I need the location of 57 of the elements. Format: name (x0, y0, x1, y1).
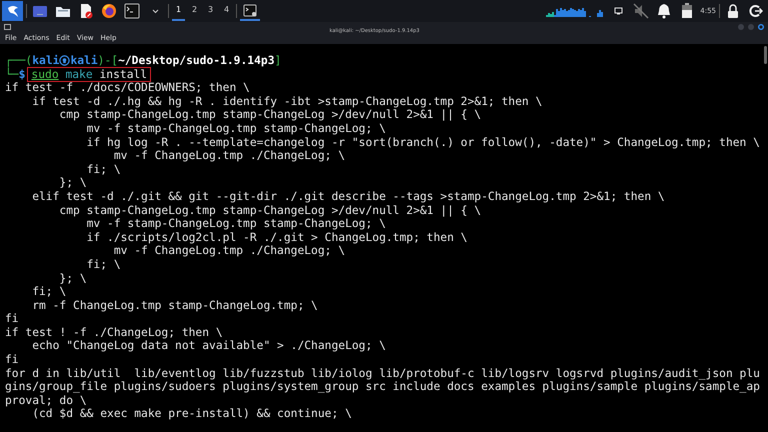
logout-icon[interactable] (749, 4, 763, 18)
workspace-tab[interactable]: 2 (188, 1, 201, 21)
output-line: mv -f ChangeLog.tmp ./ChangeLog; \ (112, 244, 346, 258)
prompt-frame: )-[ (98, 54, 118, 68)
lock-icon[interactable] (727, 4, 739, 18)
output-line: (cd $d && exec make pre-install) && continue; \ (31, 407, 352, 422)
folder-icon[interactable] (55, 4, 71, 18)
scrollbar-thumb[interactable] (764, 46, 767, 64)
workspace-tab[interactable]: 4 (220, 1, 233, 21)
workspace-tab[interactable]: 3 (204, 1, 217, 21)
output-line: mv -f stamp-ChangeLog.tmp stamp-ChangeLog; \ (86, 122, 386, 136)
document-icon[interactable] (79, 3, 93, 19)
output-line: if test ! -f ./ChangeLog; then \ (5, 326, 223, 340)
terminal-icon (243, 4, 257, 16)
output-line: gins/group_file plugins/sudoers plugins/system_group src include docs examples plugins/sample plugins/sample_ap (5, 380, 760, 394)
battery-icon[interactable] (681, 3, 694, 19)
output-line: mv -f stamp-ChangeLog.tmp stamp-ChangeLog; \ (86, 217, 386, 231)
browser-icon[interactable] (101, 3, 117, 19)
chevron-down-icon[interactable] (152, 8, 158, 14)
output-line: }; \ (58, 272, 87, 286)
output-line: rm -f ChangeLog.tmp stamp-ChangeLog.tmp; \ (31, 298, 318, 312)
cpu-graph-drawing (546, 5, 586, 17)
output-line: cmp stamp-ChangeLog.tmp stamp-ChangeLog >/dev/null 2>&1 || { \ (58, 204, 482, 218)
output-line: for d in lib/util lib/eventlog lib/fuzzstub lib/iolog lib/protobuf-c lib/logsrv logsrvd plugins/audit_json plu (5, 366, 760, 380)
dragon-icon (6, 4, 20, 18)
prompt-user: kali (32, 54, 60, 68)
output-line: if hg log -R . --template=changelog -r "sort(branch(.) or follow(), -date)" > ChangeLog.tmp; then \ (86, 136, 760, 150)
output-line: cmp stamp-ChangeLog.tmp stamp-ChangeLog >/dev/null 2>&1 || { \ (58, 108, 482, 122)
output-line: fi; \ (86, 258, 121, 272)
output-line: if ./scripts/log2cl.pl -R ./.git > ChangeLog.tmp; then \ (86, 230, 468, 244)
command-text: sudo make install (28, 68, 150, 82)
desktop-icon[interactable] (32, 4, 48, 18)
prompt-sign: $ (18, 68, 26, 82)
prompt-path: ~/Desktop/sudo-1.9.14p3 (118, 54, 274, 68)
output-line: if test -d ./.hg && hg -R . identify -ibt >stamp-ChangeLog.tmp 2>&1; then \ (31, 94, 542, 108)
prompt-frame: └─ (5, 68, 19, 82)
prompt-host: kali (70, 54, 98, 68)
output-line: if test -f ./docs/CODEOWNERS; then \ (5, 81, 250, 95)
speaker-muted-icon[interactable] (633, 3, 650, 19)
output-line: }; \ (58, 176, 87, 190)
bell-icon[interactable] (657, 3, 672, 19)
close-button[interactable] (758, 24, 764, 30)
output-line: elif test -d ./.git && git --git-dir ./.git describe --tags >stamp-ChangeLog.tmp 2>&1; then \ (31, 190, 665, 204)
app-menu-button[interactable] (2, 1, 23, 21)
terminal-icon (4, 24, 11, 30)
circled-mark-icon (59, 55, 70, 66)
output-line: fi; \ (86, 162, 121, 176)
output-line: mv -f ChangeLog.tmp ./ChangeLog; \ (112, 149, 346, 163)
prompt-frame: ] (274, 54, 282, 68)
terminal-icon[interactable] (124, 3, 140, 19)
output-line: fi (5, 353, 19, 367)
output-line: echo "ChangeLog data not available" > ./ChangeLog; \ (31, 339, 386, 354)
monitor-icon[interactable] (614, 7, 623, 15)
output-line: fi; \ (31, 285, 66, 299)
output-line: proval; do \ (5, 394, 87, 408)
prompt-frame: ┌──( (5, 54, 32, 68)
output-line: fi (5, 312, 19, 326)
